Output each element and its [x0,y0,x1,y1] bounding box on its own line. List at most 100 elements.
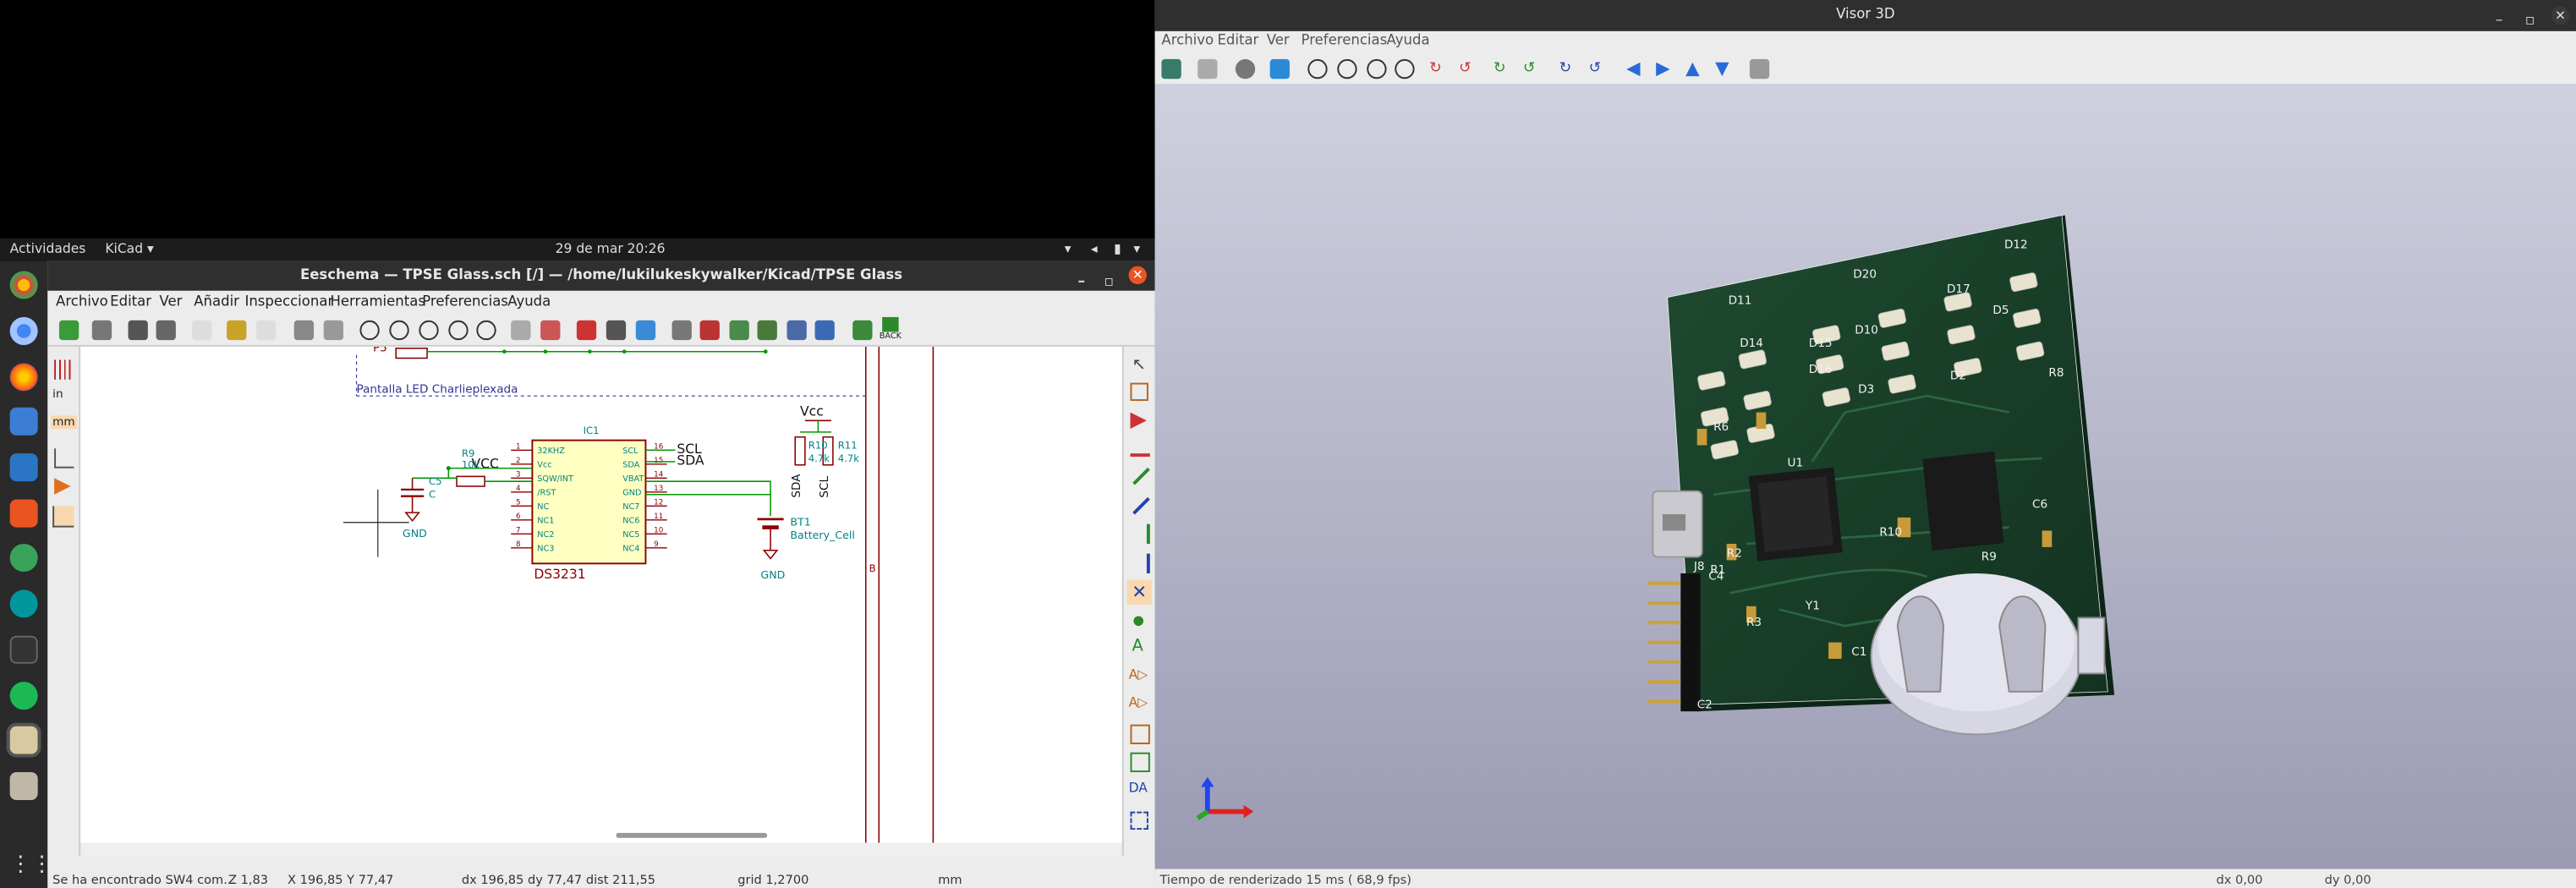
firefox-icon[interactable] [9,363,38,392]
redo-icon[interactable] [256,320,277,341]
add-power-icon[interactable] [1130,441,1150,458]
reload-board-icon[interactable] [1161,58,1181,79]
menu-ayuda[interactable]: Ayuda [507,294,551,310]
zoom-out-icon[interactable] [419,320,439,341]
viewer-menu-ayuda[interactable]: Ayuda [1387,33,1430,49]
move-up-icon[interactable]: ▲ [1685,58,1705,79]
cursor-shape-icon[interactable] [54,448,74,469]
add-text-icon[interactable]: DA [1129,781,1148,795]
viewer-zoom-out-icon[interactable] [1337,58,1357,79]
add-hier-label-icon[interactable]: A▷ [1129,695,1148,710]
app-green-icon[interactable] [9,544,38,573]
paste-icon[interactable] [192,320,212,341]
rotate-z-cw-icon[interactable]: ↻ [1559,59,1579,79]
app-beige-icon[interactable] [9,772,38,801]
terminal-icon[interactable] [9,635,38,664]
add-global-label-icon[interactable]: A▷ [1129,667,1148,682]
wire-bus-entry-icon[interactable] [1131,523,1150,545]
import-sheet-pin-icon[interactable] [1130,752,1150,773]
rotate-x-ccw-icon[interactable]: ↺ [1459,59,1478,79]
add-graphic-line-icon[interactable] [1130,811,1148,830]
kicad-icon[interactable] [6,722,41,758]
rotate-z-ccw-icon[interactable]: ↺ [1588,59,1608,79]
hierarchy-icon[interactable] [511,320,531,341]
zoom-fit-icon[interactable] [448,320,469,341]
software-icon[interactable] [9,499,38,528]
viewer-3d-canvas[interactable]: D12 D20 D17 D11 D15 D10 D5 D14 D16 D3 D2 R6 U1 R2 R1 C4… [1154,84,2576,869]
assign-footprints-icon[interactable] [729,320,749,341]
viewer-redraw-icon[interactable] [1367,58,1387,79]
copy-image-icon[interactable] [1198,58,1218,79]
spotify-icon[interactable] [9,682,38,710]
grid-toggle-icon[interactable] [54,359,74,380]
ortho-toggle-icon[interactable] [1749,58,1770,79]
viewer-menu-editar[interactable]: Editar [1217,33,1258,49]
rotate-y-ccw-icon[interactable]: ↺ [1523,59,1543,79]
chromium-icon[interactable] [9,316,38,345]
rotate-x-cw-icon[interactable]: ↻ [1429,59,1449,79]
show-apps-icon[interactable]: ⋮⋮ [10,851,53,879]
writer-icon[interactable] [9,453,38,482]
arduino-icon[interactable] [9,589,38,618]
menu-archivo[interactable]: Archivo [56,294,108,310]
menu-ver[interactable]: Ver [159,294,182,310]
viewer-zoom-in-icon[interactable] [1307,58,1328,79]
viewer-menu-preferencias[interactable]: Preferencias [1302,33,1388,49]
units-inch-button[interactable]: in [52,387,63,401]
move-right-icon[interactable]: ▶ [1656,58,1675,79]
edit-fields-icon[interactable] [814,320,835,341]
viewer-menu-archivo[interactable]: Archivo [1161,33,1214,49]
viewer-menu-ver[interactable]: Ver [1267,33,1290,49]
close-icon[interactable]: ✕ [1128,266,1147,285]
save-icon[interactable] [58,320,79,341]
network-icon[interactable]: ▾ [1065,242,1072,256]
volume-icon[interactable]: ◂ [1091,242,1098,256]
undo-icon[interactable] [227,320,247,341]
zoom-in-icon[interactable] [389,320,409,341]
rotate-y-cw-icon[interactable]: ↻ [1494,59,1513,79]
clock[interactable]: 29 de mar 20:26 [556,242,666,256]
bom-icon[interactable] [787,320,807,341]
app-menu[interactable]: KiCad ▾ [105,242,153,256]
hidden-pins-icon[interactable] [54,478,71,495]
menu-inspeccionar[interactable]: Inspeccionar [244,294,333,310]
replace-icon[interactable] [323,320,344,341]
menu-herramientas[interactable]: Herramientas [330,294,425,310]
page-settings-icon[interactable] [91,320,112,341]
battery-icon[interactable]: ▮ [1114,242,1121,256]
find-icon[interactable] [293,320,315,341]
pcbnew-icon[interactable] [852,320,873,341]
raytracing-icon[interactable] [1269,58,1290,79]
symbol-editor-icon[interactable] [606,320,627,341]
bus-bus-entry-icon[interactable] [1131,553,1150,573]
zoom-selection-icon[interactable] [476,320,496,341]
units-mm-button[interactable]: mm [51,415,77,430]
chrome-icon[interactable] [9,271,38,299]
viewer-zoom-fit-icon[interactable] [1395,58,1415,79]
menu-preferencias[interactable]: Preferencias [422,294,508,310]
plot-icon[interactable] [156,320,176,341]
move-down-icon[interactable]: ▼ [1715,58,1735,79]
add-wire-icon[interactable] [1132,467,1150,485]
add-label-icon[interactable]: A [1132,638,1143,655]
print-icon[interactable] [128,320,148,341]
refresh-icon[interactable] [359,320,380,341]
annotate-icon[interactable] [671,320,692,341]
system-menu-icon[interactable]: ▾ [1133,242,1140,256]
move-left-icon[interactable]: ◀ [1626,58,1646,79]
netlist-icon[interactable] [757,320,777,341]
leave-sheet-icon[interactable] [540,320,561,341]
add-symbol-icon[interactable] [1130,412,1147,430]
activities-button[interactable]: Actividades [10,242,86,256]
highlight-net-icon[interactable] [1130,382,1148,401]
back-annotate-button[interactable]: BACK [879,316,902,343]
schematic-canvas[interactable]: P5 Pantalla LED Charlieplexada B IC1 32K [80,346,1122,843]
menu-editar[interactable]: Editar [110,294,151,310]
erc-icon[interactable] [699,320,720,341]
add-bus-icon[interactable] [1132,496,1150,514]
files-icon[interactable] [9,407,38,436]
no-connect-icon[interactable]: ✕ [1126,579,1152,605]
viewer-close-icon[interactable]: ✕ [2551,6,2570,25]
simulator-icon[interactable] [576,320,597,341]
settings-icon[interactable] [1235,58,1256,79]
